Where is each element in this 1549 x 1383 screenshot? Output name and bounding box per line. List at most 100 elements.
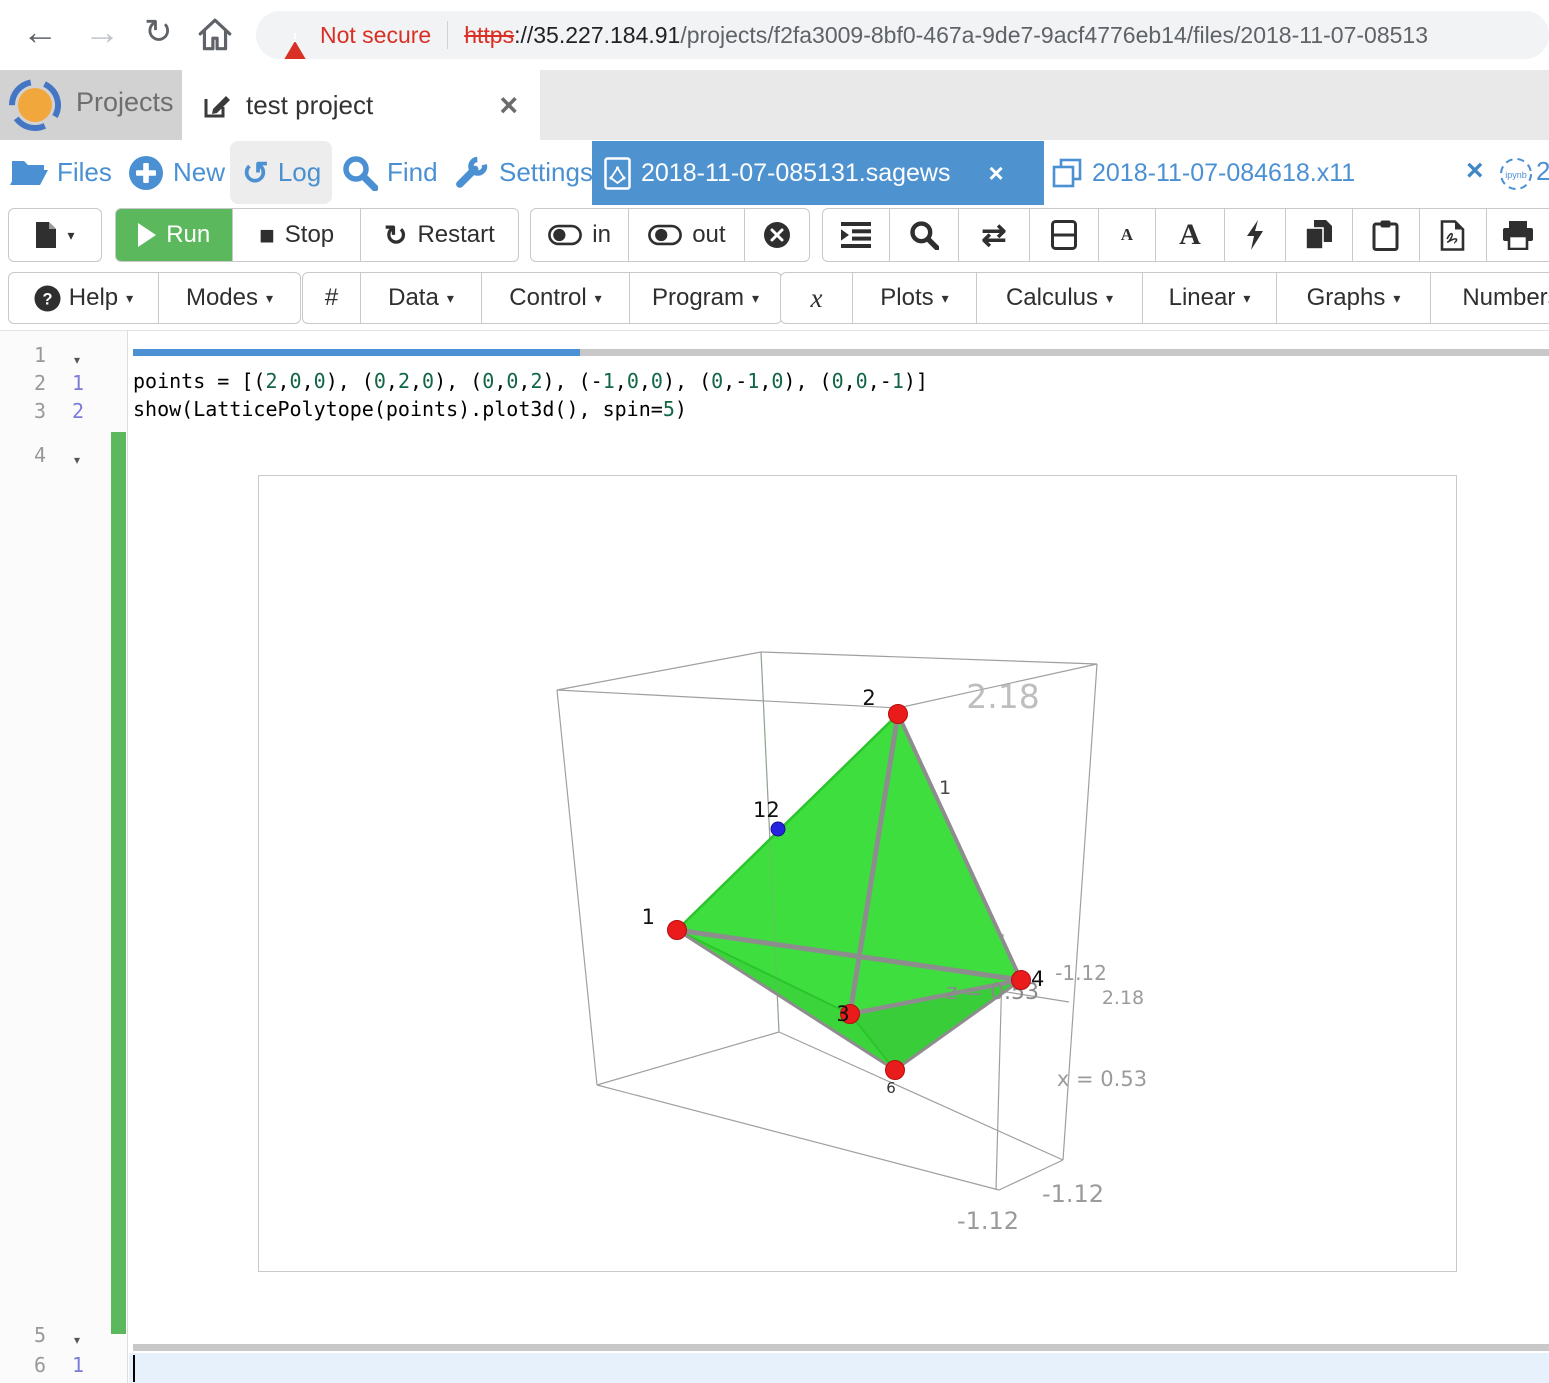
search-button[interactable]	[890, 209, 959, 261]
menu-modes[interactable]: Modes ▾	[159, 273, 300, 323]
axis-label-x-plane: x = 0.53	[1057, 1067, 1147, 1091]
tab-next-partial-label[interactable]: 20	[1536, 156, 1549, 187]
menu-graphs[interactable]: Graphs ▾	[1277, 273, 1431, 323]
gutter-sub-1: 1	[72, 371, 84, 395]
file-button[interactable]: ▾	[9, 209, 101, 261]
gutter-line-6: 6	[0, 1353, 46, 1377]
vertex-label-2: 2	[862, 686, 875, 710]
toggle-in-button[interactable]: in	[531, 209, 629, 261]
nav-log[interactable]: ↺ Log	[242, 140, 321, 205]
play-icon	[138, 223, 156, 247]
menu-data[interactable]: Data ▾	[361, 273, 482, 323]
menu-data-label: Data	[388, 284, 439, 312]
io-toggle-group: in out	[530, 208, 810, 262]
menu-numbers[interactable]: Numbers	[1431, 273, 1549, 323]
tab-x11-close-icon[interactable]: ×	[1466, 156, 1484, 186]
home-icon[interactable]	[196, 16, 234, 54]
project-tab-strip: Projects test project ×	[0, 70, 1549, 140]
menu-calculus[interactable]: Calculus ▾	[977, 273, 1143, 323]
code-line-2[interactable]: show(LatticePolytope(points).plot3d(), s…	[133, 397, 687, 421]
caret-down-icon: ▾	[266, 290, 273, 307]
worksheet-editor[interactable]: 1 ▾ 2 1 3 2 4 ▾ 5 ▾ 6 1 points = [(2,0,0…	[0, 330, 1549, 1383]
code-line-1[interactable]: points = [(2,0,0), (0,2,0), (0,0,2), (-1…	[133, 369, 928, 393]
edit-icon	[202, 90, 232, 120]
project-tab[interactable]: test project ×	[182, 70, 540, 140]
copy-button[interactable]	[1286, 209, 1353, 261]
cell-divider-progress[interactable]	[133, 349, 580, 356]
file-nav-bar: Files New ↺ Log Find	[0, 140, 1549, 205]
menu-program[interactable]: Program ▾	[630, 273, 781, 323]
x11-windows-icon	[1052, 158, 1082, 188]
increase-font-button[interactable]: A	[1156, 209, 1225, 261]
menu-control[interactable]: Control ▾	[482, 273, 630, 323]
url-divider	[447, 21, 448, 49]
file-menu-group: ▾	[8, 208, 102, 262]
times-circle-icon	[763, 221, 791, 249]
tab-x11-file[interactable]: 2018-11-07-084618.x11	[1052, 141, 1372, 205]
caret-down-icon: ▾	[1243, 290, 1250, 307]
run-button[interactable]: Run	[116, 209, 233, 261]
gutter-sub-2: 2	[72, 399, 84, 423]
url-host: ://35.227.184.91	[514, 22, 680, 48]
vertex-label-4: 4	[1031, 967, 1044, 991]
tab-sagews-file[interactable]: 2018-11-07-085131.sagews ×	[592, 141, 1044, 205]
menu-var-x[interactable]: x	[781, 273, 853, 323]
projects-label[interactable]: Projects	[76, 87, 174, 118]
decrease-font-button[interactable]: A	[1099, 209, 1156, 261]
cell-divider[interactable]	[133, 1344, 1549, 1351]
toggle-in-label: in	[592, 221, 611, 249]
stop-button[interactable]: ■ Stop	[233, 209, 360, 261]
cell-fold-icon[interactable]: ▾	[74, 453, 80, 467]
split-view-button[interactable]	[1030, 209, 1099, 261]
menu-calculus-label: Calculus	[1006, 284, 1098, 312]
cocalc-logo[interactable]	[8, 78, 62, 132]
paste-button[interactable]	[1353, 209, 1420, 261]
folder-open-icon	[10, 157, 48, 189]
menu-plots[interactable]: Plots ▾	[853, 273, 977, 323]
file-pdf-icon	[1440, 220, 1465, 251]
menu-linear-label: Linear	[1169, 284, 1236, 312]
nav-find[interactable]: Find	[342, 140, 438, 205]
format-button[interactable]	[1225, 209, 1286, 261]
menu-help[interactable]: ? Help ▾	[9, 273, 159, 323]
delete-output-button[interactable]	[745, 209, 809, 261]
replace-button[interactable]: ⇄	[959, 209, 1030, 261]
axis-label-bottom-center: -1.12	[957, 1207, 1019, 1235]
reload-icon[interactable]: ↻	[144, 12, 173, 52]
url-scheme: https	[464, 22, 514, 48]
restart-button[interactable]: ↻ Restart	[361, 209, 518, 261]
nav-settings[interactable]: Settings	[452, 140, 593, 205]
cell-divider[interactable]	[580, 349, 1549, 356]
project-tab-close-icon[interactable]: ×	[499, 89, 518, 121]
code-group: # Data ▾ Control ▾ Program ▾	[302, 272, 782, 324]
printer-icon	[1503, 221, 1533, 250]
gutter-line-5: 5	[0, 1323, 46, 1347]
menu-hash[interactable]: #	[303, 273, 361, 323]
export-pdf-button[interactable]	[1420, 209, 1487, 261]
back-icon[interactable]: ←	[22, 12, 58, 52]
tab-sagews-close-icon[interactable]: ×	[989, 158, 1004, 189]
menu-linear[interactable]: Linear ▾	[1143, 273, 1277, 323]
caret-down-icon: ▾	[942, 290, 949, 307]
toggle-out-button[interactable]: out	[629, 209, 745, 261]
caret-down-icon: ▾	[1106, 290, 1113, 307]
url-text[interactable]: https://35.227.184.91/projects/f2fa3009-…	[464, 22, 1428, 49]
cell-fold-icon[interactable]: ▾	[74, 1333, 80, 1347]
gutter-line-4: 4	[0, 443, 46, 467]
url-bar[interactable]: ! Not secure https://35.227.184.91/proje…	[256, 11, 1549, 59]
outdent-icon	[841, 222, 871, 248]
outdent-button[interactable]	[823, 209, 890, 261]
tab-sagews-label: 2018-11-07-085131.sagews	[641, 159, 951, 188]
cell-fold-icon[interactable]: ▾	[74, 353, 80, 367]
print-button[interactable]	[1487, 209, 1549, 261]
not-secure-label[interactable]: Not secure	[320, 22, 431, 49]
active-code-line[interactable]	[129, 1353, 1549, 1383]
lattice-point-blue	[771, 822, 785, 836]
toggle-in-icon	[548, 224, 582, 246]
menu-modes-label: Modes	[186, 284, 258, 312]
nav-new[interactable]: New	[128, 140, 225, 205]
forward-icon[interactable]: →	[84, 12, 120, 52]
polytope-3d-plot[interactable]: 2.18 -1.12 2.18 x = 0.53 -1.12 -1.12	[259, 476, 1456, 1271]
nav-files[interactable]: Files	[10, 140, 112, 205]
ipynb-file-icon[interactable]: ipynb	[1498, 156, 1534, 192]
